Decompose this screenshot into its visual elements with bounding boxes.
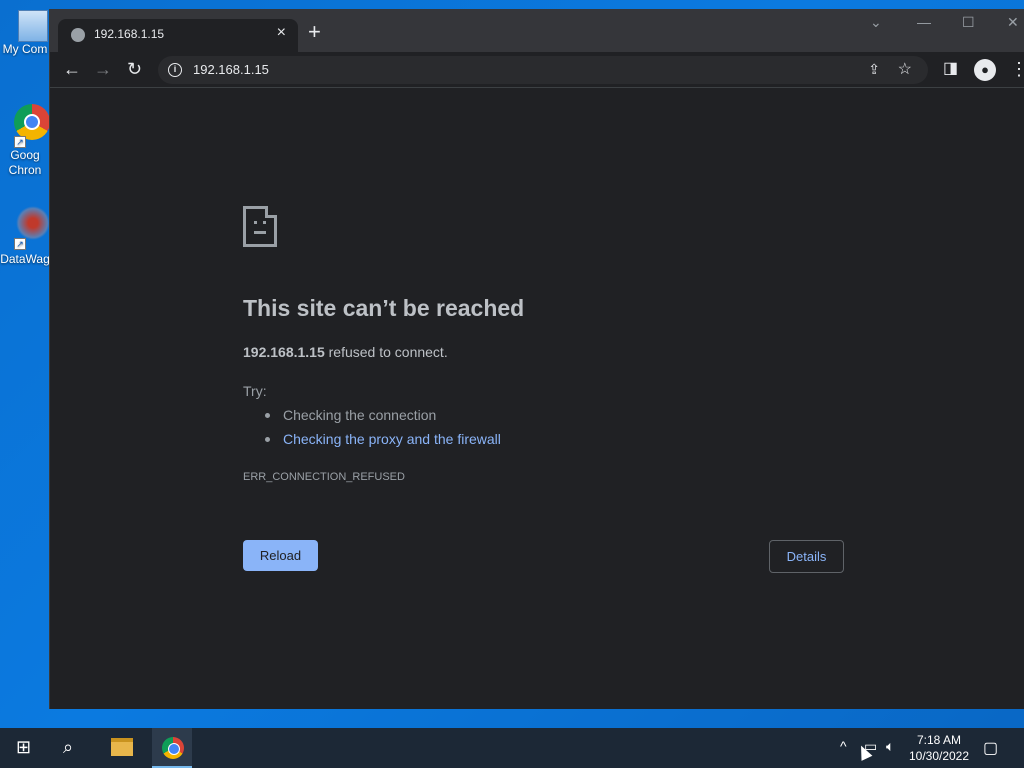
reload-page-button[interactable]: ↻ — [127, 58, 142, 80]
suggestion-link[interactable]: Checking the proxy and the firewall — [283, 431, 501, 447]
error-page: This site can’t be reached 192.168.1.15 … — [50, 89, 1024, 709]
back-button[interactable]: ← — [63, 58, 81, 80]
minimize-button[interactable]: — — [917, 14, 931, 30]
reload-button[interactable]: Reload — [243, 540, 318, 571]
desktop-icon-my-computer[interactable]: My Com — [0, 8, 50, 57]
bookmark-star-icon[interactable]: ☆ — [898, 59, 912, 79]
site-info-icon[interactable]: i — [168, 63, 182, 77]
try-label: Try: — [243, 383, 267, 399]
side-panel-icon[interactable]: ◨ — [943, 58, 958, 80]
clock-time: 7:18 AM — [916, 733, 962, 747]
address-url[interactable]: 192.168.1.15 — [193, 62, 269, 77]
desktop-icon-datawag[interactable]: ↗ DataWag — [0, 206, 50, 267]
close-tab-icon[interactable]: × — [277, 24, 286, 42]
tab-active[interactable]: 192.168.1.15 × — [58, 19, 298, 52]
shortcut-arrow-icon: ↗ — [14, 136, 26, 148]
desktop-icon-google-chrome[interactable]: ↗ Goog Chron — [0, 104, 50, 178]
error-message: 192.168.1.15 refused to connect. — [243, 344, 448, 360]
globe-icon — [71, 28, 85, 42]
address-bar[interactable]: i 192.168.1.15 ⇪ ☆ — [158, 56, 928, 84]
menu-icon[interactable]: ⋮ — [1010, 58, 1024, 80]
clock-date: 10/30/2022 — [908, 749, 970, 763]
datawag-icon — [16, 206, 50, 240]
computer-icon — [18, 10, 48, 42]
close-window-button[interactable]: ✕ — [1007, 14, 1019, 31]
shortcut-arrow-icon: ↗ — [14, 238, 26, 250]
taskbar-chrome-button[interactable] — [152, 728, 192, 768]
chrome-icon — [162, 737, 184, 759]
search-icon[interactable]: ⌕ — [63, 737, 73, 758]
profile-icon[interactable]: ● — [974, 59, 996, 81]
desktop-icon-label: Chron — [8, 163, 42, 177]
forward-button[interactable]: → — [94, 58, 112, 80]
start-windows-icon[interactable]: ⊞ — [16, 737, 31, 758]
maximize-button[interactable]: ☐ — [962, 14, 975, 31]
sad-document-icon — [243, 206, 277, 247]
taskbar-clock[interactable]: 7:18 AM 10/30/2022 — [904, 732, 974, 764]
details-button[interactable]: Details — [769, 540, 844, 573]
chrome-icon — [14, 104, 50, 140]
browser-window: 192.168.1.15 × + ⌄ — ☐ ✕ ← → ↻ i 192.168… — [49, 9, 1024, 709]
suggestion-text: Checking the connection — [283, 407, 437, 423]
tab-title: 192.168.1.15 — [94, 27, 165, 41]
error-code: ERR_CONNECTION_REFUSED — [243, 471, 405, 483]
show-hidden-icons-icon[interactable]: ^ — [840, 738, 847, 754]
new-tab-button[interactable]: + — [308, 21, 321, 43]
tab-search-icon[interactable]: ⌄ — [870, 14, 882, 31]
error-host: 192.168.1.15 — [243, 344, 325, 360]
file-explorer-icon[interactable] — [111, 738, 133, 756]
browser-toolbar: ← → ↻ i 192.168.1.15 ⇪ ☆ ◨ ● ⋮ — [50, 52, 1024, 88]
error-message-suffix: refused to connect. — [324, 344, 448, 360]
notifications-icon[interactable]: ▢ — [983, 738, 998, 758]
desktop-icon-label: DataWag — [0, 252, 50, 266]
volume-icon[interactable]: 🔈︎ — [886, 738, 894, 755]
tab-strip: 192.168.1.15 × + ⌄ — ☐ ✕ — [50, 9, 1024, 52]
desktop-icon-label: My Com — [2, 42, 48, 56]
share-icon[interactable]: ⇪ — [868, 61, 880, 78]
desktop-icon-label: Goog — [10, 148, 40, 162]
error-heading: This site can’t be reached — [243, 295, 525, 321]
taskbar: ⊞ ⌕ ^ ▭ 🔈︎ 7:18 AM 10/30/2022 ▢ — [0, 728, 1024, 768]
